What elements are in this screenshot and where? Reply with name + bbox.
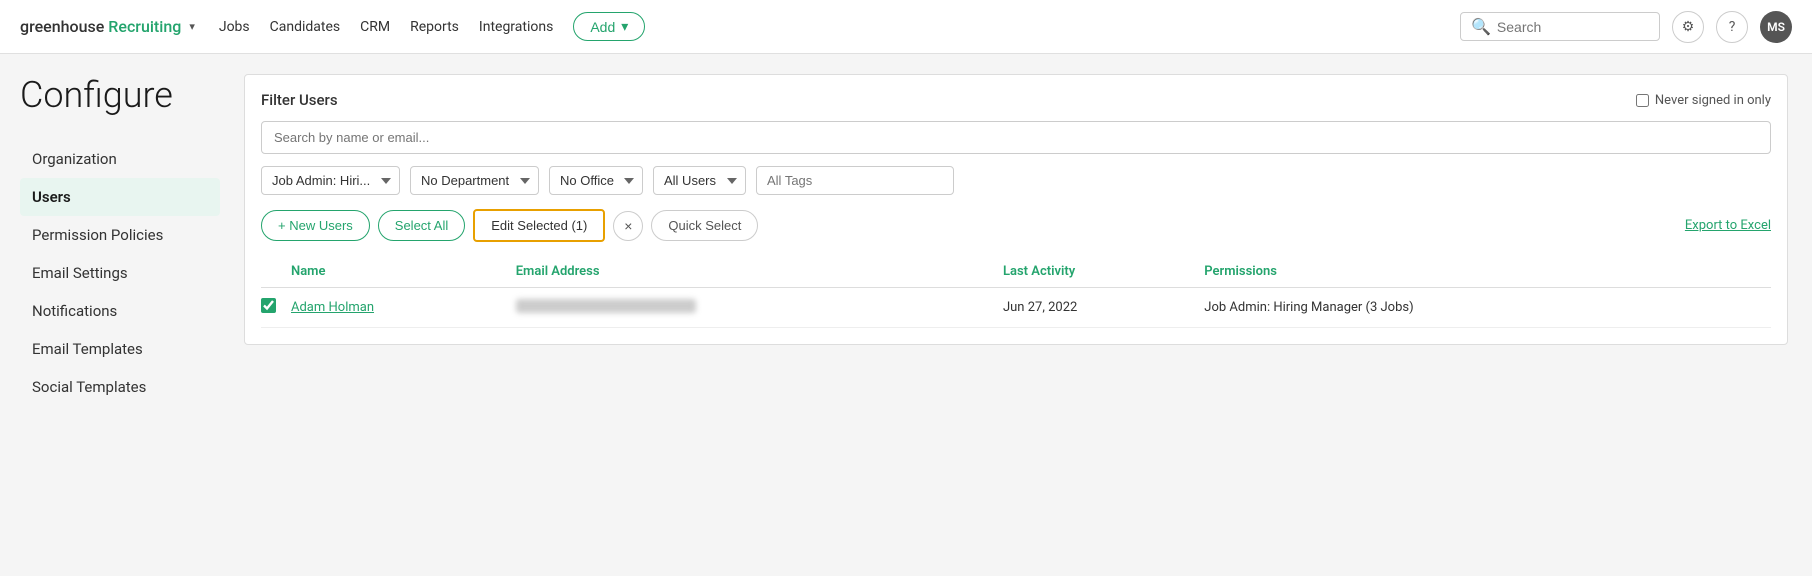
table-header-checkbox [261,256,291,288]
sidebar-item-permission-policies[interactable]: Permission Policies [20,216,220,254]
page-container: Configure Organization Users Permission … [0,54,1812,426]
nav-link-crm[interactable]: CRM [360,19,390,35]
filter-search-input[interactable] [261,121,1771,154]
search-box[interactable]: 🔍 [1460,12,1660,41]
never-signed-checkbox[interactable] [1636,94,1649,107]
table-body: Adam Holman Jun 27, 2022 Job Admin: Hiri… [261,288,1771,328]
clear-selection-button[interactable]: × [613,211,643,241]
users-table: Name Email Address Last Activity Permiss… [261,256,1771,328]
avatar-button[interactable]: MS [1760,11,1792,43]
never-signed-label[interactable]: Never signed in only [1636,93,1771,108]
help-icon: ? [1729,19,1736,35]
nav-link-integrations[interactable]: Integrations [479,19,553,35]
main-content: Filter Users Never signed in only Job Ad… [220,54,1812,426]
nav-link-jobs[interactable]: Jobs [219,19,250,35]
settings-button[interactable]: ⚙ [1672,11,1704,43]
row-email-cell [516,288,1003,328]
sidebar-item-social-templates[interactable]: Social Templates [20,368,220,406]
table-header: Name Email Address Last Activity Permiss… [261,256,1771,288]
sidebar-item-organization[interactable]: Organization [20,140,220,178]
edit-selected-button[interactable]: Edit Selected (1) [473,209,605,242]
nav-link-candidates[interactable]: Candidates [270,19,341,35]
tags-input[interactable] [756,166,954,195]
top-navigation: greenhouse Recruiting ▾ Jobs Candidates … [0,0,1812,54]
sidebar-nav: Organization Users Permission Policies E… [20,140,220,406]
sidebar-item-users[interactable]: Users [20,178,220,216]
select-all-button[interactable]: Select All [378,210,465,241]
user-type-select[interactable]: All Users [653,166,746,195]
filter-card: Filter Users Never signed in only Job Ad… [244,74,1788,345]
nav-link-reports[interactable]: Reports [410,19,459,35]
avatar-initials: MS [1767,20,1785,34]
add-button[interactable]: Add ▾ [573,12,645,41]
brand-chevron: ▾ [189,20,195,33]
brand-logo[interactable]: greenhouse Recruiting ▾ [20,17,195,36]
user-email-blurred [516,299,696,313]
department-select[interactable]: No Department [410,166,539,195]
brand-name-green: Recruiting [108,17,181,36]
row-checkbox[interactable] [261,298,276,313]
search-icon: 🔍 [1471,17,1491,36]
quick-select-button[interactable]: Quick Select [651,210,758,241]
filter-title: Filter Users [261,91,338,109]
sidebar: Configure Organization Users Permission … [0,54,220,426]
table-header-email: Email Address [516,256,1003,288]
row-checkbox-cell[interactable] [261,288,291,328]
nav-links: Jobs Candidates CRM Reports Integrations… [219,12,1436,41]
user-name-link[interactable]: Adam Holman [291,300,374,315]
new-users-button[interactable]: + New Users [261,210,370,241]
sidebar-item-notifications[interactable]: Notifications [20,292,220,330]
sidebar-item-email-templates[interactable]: Email Templates [20,330,220,368]
sidebar-item-email-settings[interactable]: Email Settings [20,254,220,292]
office-select[interactable]: No Office [549,166,643,195]
settings-icon: ⚙ [1682,19,1695,35]
help-button[interactable]: ? [1716,11,1748,43]
row-name-cell: Adam Holman [291,288,516,328]
job-admin-select[interactable]: Job Admin: Hiri... [261,166,400,195]
topnav-right: 🔍 ⚙ ? MS [1460,11,1792,43]
export-excel-link[interactable]: Export to Excel [1685,218,1771,233]
filter-header: Filter Users Never signed in only [261,91,1771,109]
table-header-permissions: Permissions [1204,256,1771,288]
action-bar: + New Users Select All Edit Selected (1)… [261,209,1771,242]
table-header-name: Name [291,256,516,288]
row-last-activity-cell: Jun 27, 2022 [1003,288,1204,328]
filter-dropdowns: Job Admin: Hiri... No Department No Offi… [261,166,1771,195]
row-permissions-cell: Job Admin: Hiring Manager (3 Jobs) [1204,288,1771,328]
page-title: Configure [20,74,220,116]
table-header-last-activity: Last Activity [1003,256,1204,288]
search-input[interactable] [1497,19,1649,35]
brand-name-black: greenhouse [20,17,104,36]
table-row: Adam Holman Jun 27, 2022 Job Admin: Hiri… [261,288,1771,328]
